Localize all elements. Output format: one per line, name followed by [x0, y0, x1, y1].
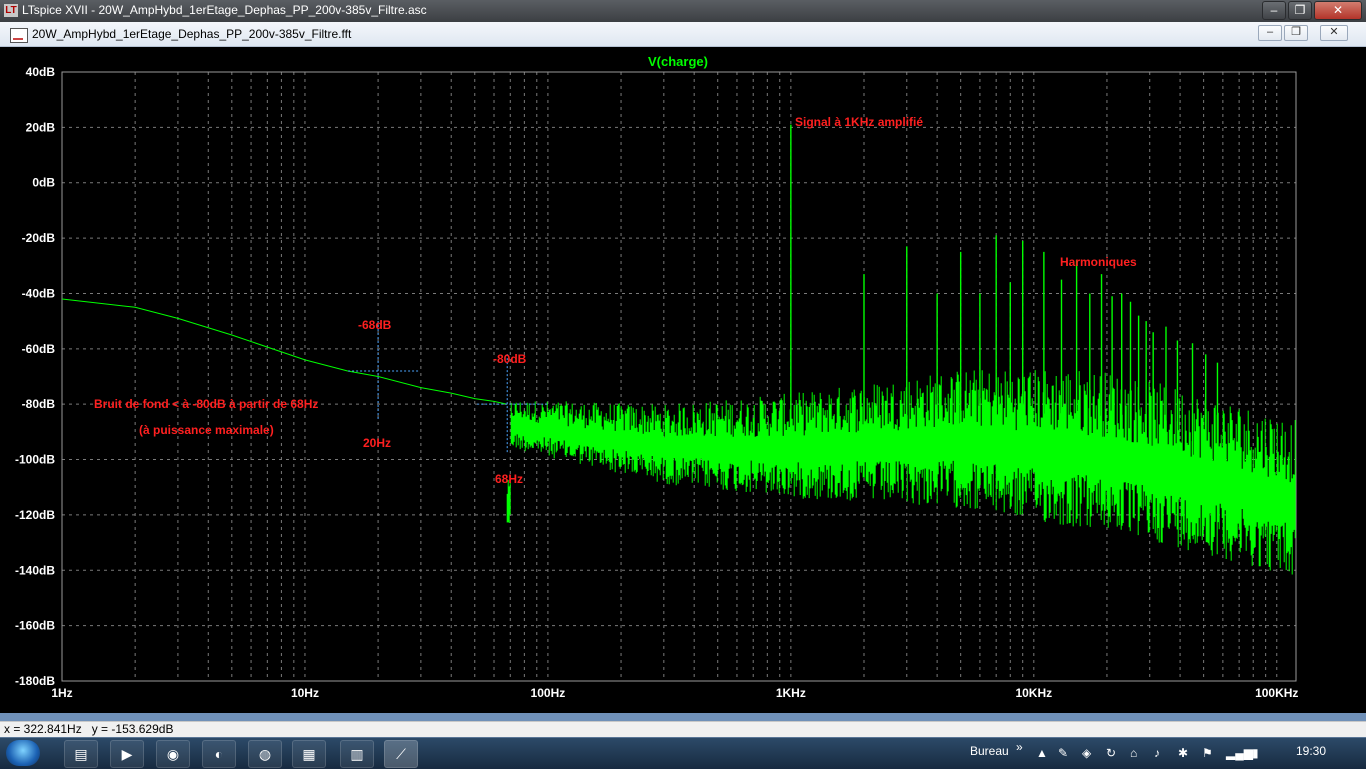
child-minimize-icon[interactable]: – [1258, 25, 1282, 41]
annotation-minus68db: -68dB [358, 318, 392, 332]
document-app-icon[interactable]: ▦ [292, 740, 326, 768]
y-tick-label: -60dB [22, 342, 56, 356]
network-app-icon[interactable]: ◐ [202, 740, 236, 768]
grid [61, 71, 1296, 682]
y-tick-label: -140dB [15, 563, 55, 577]
close-icon[interactable]: ✕ [1314, 1, 1362, 20]
child-restore-icon[interactable]: ❐ [1284, 25, 1308, 41]
globe-app-icon[interactable]: ◍ [248, 740, 282, 768]
annotation-minus80db: -80dB [493, 352, 527, 366]
y-tick-label: -160dB [15, 619, 55, 633]
media-player-icon[interactable]: ▶ [110, 740, 144, 768]
pen-icon[interactable]: ✎ [1058, 746, 1068, 760]
child-close-icon[interactable]: ✕ [1320, 25, 1348, 41]
fft-plot[interactable]: 40dB 20dB 0dB -20dB -40dB -60dB -80dB -100dB -12… [0, 47, 1366, 713]
x-tick-label: 100KHz [1255, 686, 1298, 700]
minimize-icon[interactable]: – [1262, 1, 1286, 20]
clock-time[interactable]: 19:30 [1296, 744, 1326, 758]
annotation-68hz: 68Hz [495, 472, 523, 486]
fft-window-title: 20W_AmpHybd_1erEtage_Dephas_PP_200v-385v… [32, 27, 352, 41]
explorer-icon[interactable]: ▤ [64, 740, 98, 768]
ltspice-logo-icon: LT [4, 4, 18, 17]
refresh-icon[interactable]: ↻ [1106, 746, 1116, 760]
y-tick-label: -80dB [22, 397, 56, 411]
x-tick-label: 1KHz [776, 686, 806, 700]
toolbar-chevron[interactable]: » [1016, 740, 1023, 754]
y-tick-label: -100dB [15, 453, 55, 467]
y-tick-label: -40dB [22, 286, 56, 300]
annotation-puissance: (à puissance maximale) [139, 423, 274, 437]
plot-frame [61, 71, 1297, 682]
x-tick-label: 10Hz [291, 686, 319, 700]
flag-icon[interactable]: ⚑ [1202, 746, 1213, 760]
trace-low-frequency [61, 298, 508, 405]
y-tick-label: 20dB [26, 120, 56, 134]
bluetooth-icon[interactable]: ✱ [1178, 746, 1188, 760]
y-tick-label: 40dB [26, 65, 56, 79]
chart-title: V(charge) [648, 54, 708, 69]
tray-arrow-icon[interactable]: ▲ [1036, 746, 1048, 760]
ltspice-taskbar-icon[interactable]: ⟋ [384, 740, 418, 768]
calculator-icon[interactable]: ▥ [340, 740, 374, 768]
battery-icon[interactable]: ▮ [1252, 746, 1259, 760]
waveform-icon [10, 28, 28, 43]
restore-icon[interactable]: ❐ [1288, 1, 1312, 20]
annotation-bruit: Bruit de fond < à -80dB à partir de 68Hz [94, 397, 318, 411]
volume-icon[interactable]: ♪ [1154, 746, 1160, 760]
bureau-toolbar-label[interactable]: Bureau [970, 744, 1009, 758]
y-tick-label: -180dB [15, 674, 55, 688]
annotation-harmoniques: Harmoniques [1060, 255, 1137, 269]
app-title: LTspice XVII - 20W_AmpHybd_1erEtage_Deph… [22, 3, 427, 17]
y-tick-label: -20dB [22, 231, 56, 245]
annotation-signal: Signal à 1KHz amplifié [795, 115, 923, 129]
x-tick-label: 10KHz [1015, 686, 1052, 700]
trace-layer [61, 124, 1296, 575]
annotation-20hz: 20Hz [363, 436, 391, 450]
x-tick-label: 1Hz [51, 686, 72, 700]
firefox-icon[interactable]: ◉ [156, 740, 190, 768]
cursor-readout: x = 322.841Hz y = -153.629dB [4, 722, 174, 736]
y-tick-label: -120dB [15, 508, 55, 522]
tick-layer: 40dB 20dB 0dB -20dB -40dB -60dB -80dB -100dB -12… [15, 65, 1298, 700]
x-tick-label: 100Hz [531, 686, 566, 700]
signal-icon[interactable]: ▂▄▆ [1226, 746, 1253, 760]
start-button-icon[interactable] [6, 740, 40, 766]
device-icon[interactable]: ⌂ [1130, 746, 1137, 760]
y-tick-label: 0dB [32, 176, 55, 190]
gpu-icon[interactable]: ◈ [1082, 746, 1091, 760]
status-bar [0, 721, 1366, 738]
